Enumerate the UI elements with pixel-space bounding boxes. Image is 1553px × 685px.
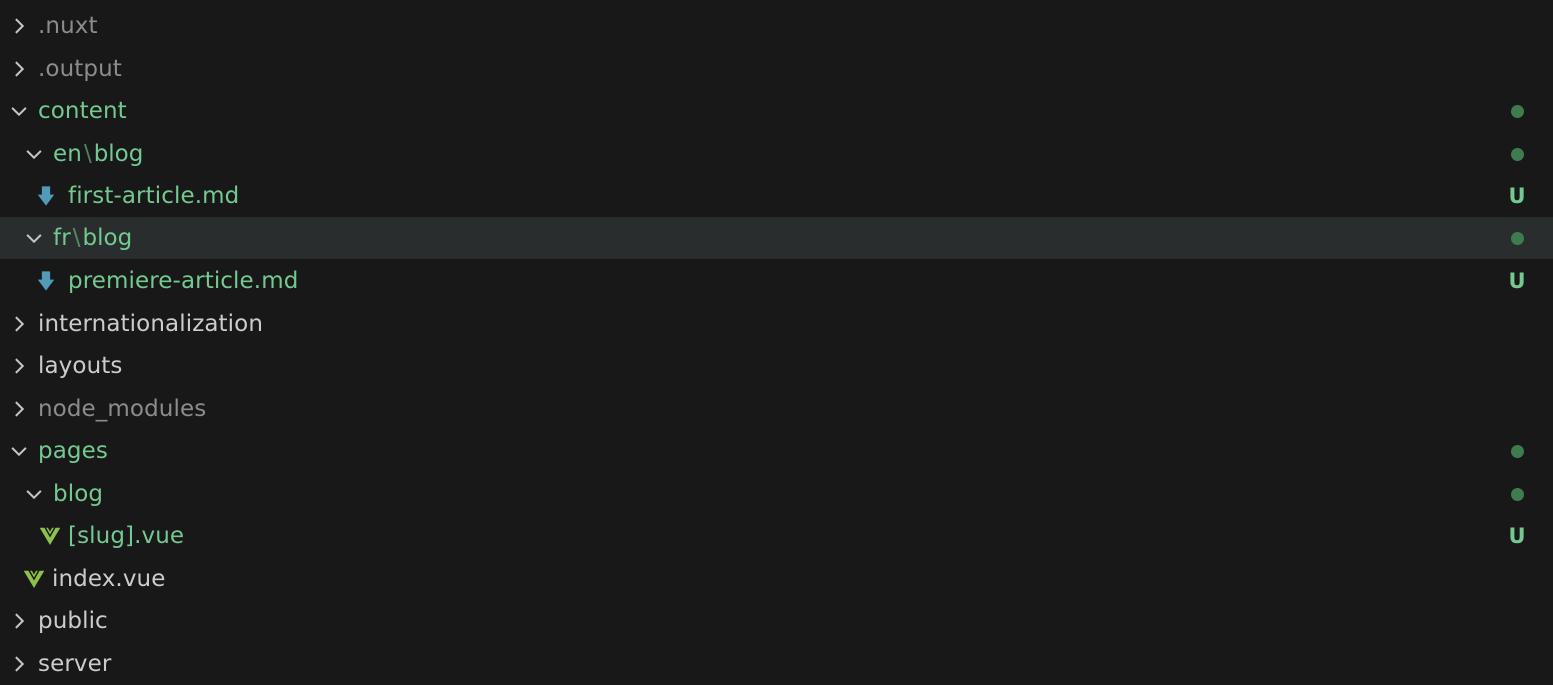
tree-item-label: first-article.md: [68, 183, 240, 209]
git-modified-dot: [1507, 90, 1527, 132]
tree-item-label-segment: en: [53, 141, 82, 167]
chevron-down-icon[interactable]: [6, 90, 32, 132]
tree-item-label: premiere-article.md: [68, 268, 299, 294]
git-modified-dot: [1507, 217, 1527, 259]
tree-item-internationalization-folder[interactable]: internationalization: [0, 303, 1553, 345]
tree-item-label: node_modules: [38, 396, 207, 422]
chevron-right-icon[interactable]: [6, 48, 32, 90]
tree-item-content-folder[interactable]: content: [0, 90, 1553, 132]
tree-item-public-folder[interactable]: public: [0, 600, 1553, 642]
tree-item-label: pages: [38, 438, 108, 464]
tree-item-first-article-file[interactable]: first-article.md U: [0, 175, 1553, 217]
chevron-right-icon[interactable]: [6, 643, 32, 685]
tree-item-index-vue-file[interactable]: index.vue: [0, 558, 1553, 600]
chevron-right-icon[interactable]: [6, 345, 32, 387]
git-status-badge: U: [1508, 184, 1526, 208]
tree-item-node-modules-folder[interactable]: node_modules: [0, 388, 1553, 430]
chevron-down-icon[interactable]: [21, 133, 47, 175]
chevron-down-icon[interactable]: [6, 430, 32, 472]
file-explorer-tree: .nuxt .output content en \ blog first-ar…: [0, 0, 1553, 685]
git-status-badge: U: [1508, 269, 1526, 293]
tree-item-label: internationalization: [38, 311, 264, 337]
tree-item-label: server: [38, 651, 112, 677]
tree-item-server-folder[interactable]: server: [0, 643, 1553, 685]
tree-item-premiere-article-file[interactable]: premiere-article.md U: [0, 260, 1553, 302]
markdown-icon: [32, 175, 60, 217]
markdown-icon: [32, 260, 60, 302]
chevron-right-icon[interactable]: [6, 388, 32, 430]
chevron-right-icon[interactable]: [6, 600, 32, 642]
git-modified-dot: [1507, 430, 1527, 472]
git-status-badge: U: [1508, 524, 1526, 548]
tree-item-label-segment: blog: [93, 141, 144, 167]
tree-item-label: index.vue: [52, 566, 166, 592]
tree-item-pages-folder[interactable]: pages: [0, 430, 1553, 472]
tree-item-label: content: [38, 98, 127, 124]
vue-icon: [36, 515, 64, 557]
chevron-right-icon[interactable]: [6, 5, 32, 47]
tree-item-label: [slug].vue: [68, 523, 185, 549]
tree-item-label: .nuxt: [38, 13, 98, 39]
tree-item-label: blog: [53, 481, 104, 507]
compact-folder-separator: \: [72, 225, 81, 251]
tree-item-output-folder[interactable]: .output: [0, 48, 1553, 90]
tree-item-en-blog-folder[interactable]: en \ blog: [0, 133, 1553, 175]
tree-item-nuxt-folder[interactable]: .nuxt: [0, 5, 1553, 47]
git-modified-dot: [1507, 473, 1527, 515]
tree-item-blog-folder[interactable]: blog: [0, 473, 1553, 515]
tree-item-slug-vue-file[interactable]: [slug].vue U: [0, 515, 1553, 557]
compact-folder-separator: \: [83, 141, 92, 167]
git-modified-dot: [1507, 133, 1527, 175]
tree-item-fr-blog-folder[interactable]: fr \ blog: [0, 217, 1553, 259]
tree-item-label: layouts: [38, 353, 123, 379]
vue-icon: [20, 558, 48, 600]
tree-item-label: public: [38, 608, 108, 634]
tree-item-layouts-folder[interactable]: layouts: [0, 345, 1553, 387]
tree-item-label-segment: fr: [53, 225, 71, 251]
chevron-down-icon[interactable]: [21, 473, 47, 515]
chevron-right-icon[interactable]: [6, 303, 32, 345]
chevron-down-icon[interactable]: [21, 217, 47, 259]
tree-item-label-segment: blog: [82, 225, 133, 251]
tree-item-label: .output: [38, 56, 122, 82]
